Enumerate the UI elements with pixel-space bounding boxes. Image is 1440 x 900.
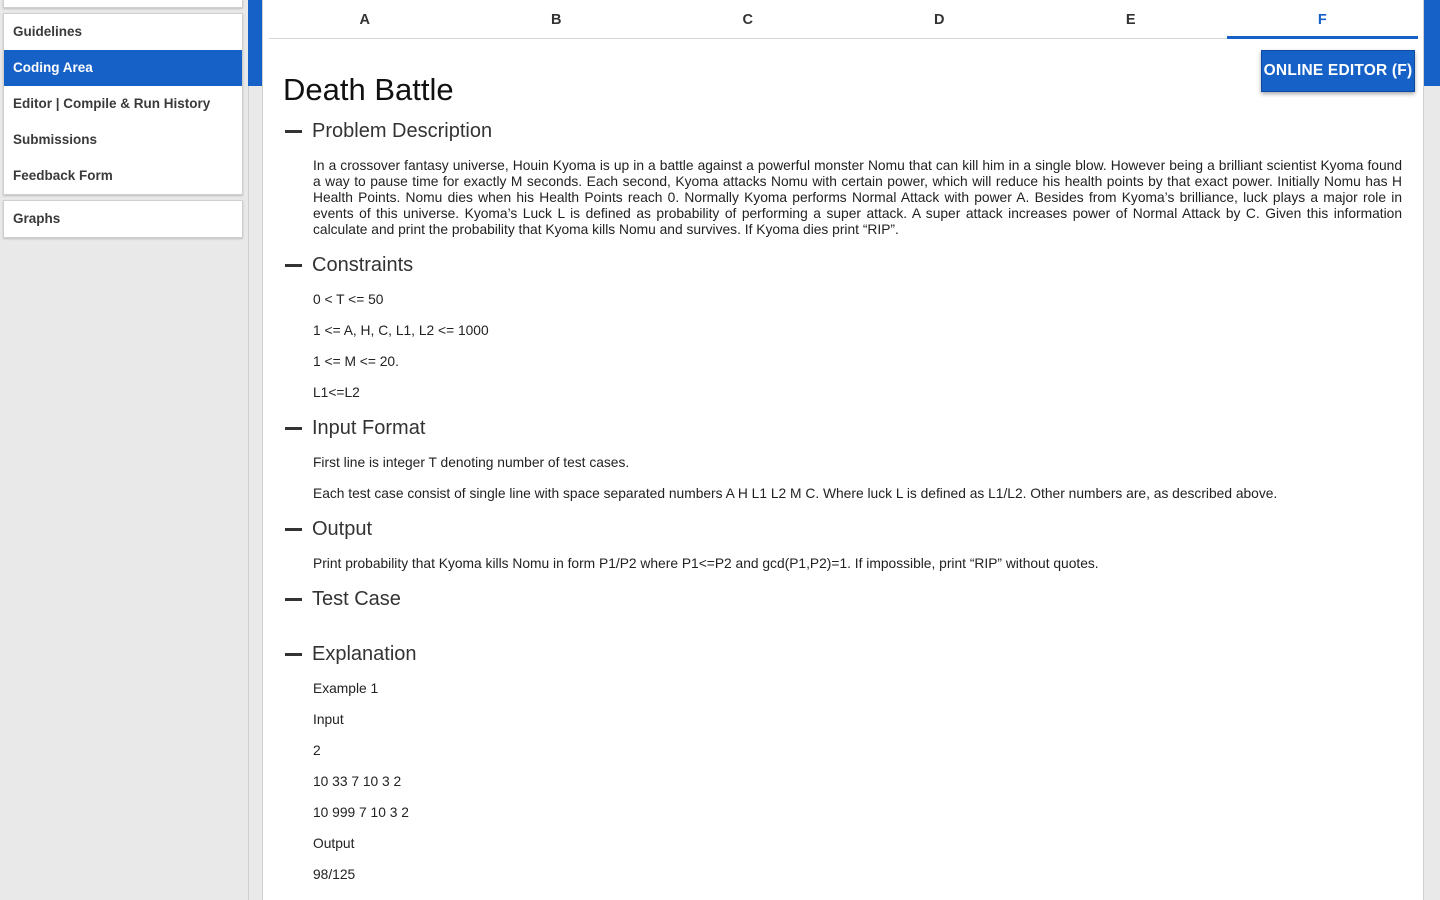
sidebar-item-coding-area[interactable]: Coding Area: [4, 50, 242, 86]
tab-f[interactable]: F: [1226, 0, 1419, 39]
problem-panel: A B C D E F ONLINE EDITOR (F) Death Batt…: [262, 0, 1424, 900]
section-output[interactable]: Output: [285, 516, 372, 542]
problem-title: Death Battle: [283, 72, 454, 107]
explanation-line: 10 33 7 10 3 2: [313, 774, 402, 789]
explanation-line: 10 999 7 10 3 2: [313, 805, 409, 820]
sidebar-item-guidelines[interactable]: Guidelines: [4, 14, 242, 50]
sidebar-nav: Guidelines Coding Area Editor | Compile …: [3, 13, 243, 195]
constraint-line: 1 <= M <= 20.: [313, 354, 399, 369]
tab-a[interactable]: A: [269, 0, 461, 38]
section-title: Constraints: [312, 253, 414, 276]
minus-icon[interactable]: [285, 652, 302, 656]
tab-b[interactable]: B: [461, 0, 653, 38]
explanation-line: 98/125: [313, 867, 356, 882]
right-gutter: [1424, 86, 1440, 900]
problem-description-text: In a crossover fantasy universe, Houin K…: [313, 158, 1402, 237]
section-title: Output: [312, 517, 373, 540]
sidebar-graphs-card: Graphs: [3, 200, 243, 238]
minus-icon[interactable]: [285, 263, 302, 267]
sidebar-item-editor-history[interactable]: Editor | Compile & Run History: [4, 86, 242, 122]
minus-icon[interactable]: [285, 597, 302, 601]
constraint-line: L1<=L2: [313, 385, 360, 400]
sidebar-item-feedback-form[interactable]: Feedback Form: [4, 158, 242, 194]
sidebar-item-graphs[interactable]: Graphs: [4, 201, 242, 237]
explanation-line: 2: [313, 743, 321, 758]
explanation-line: Input: [313, 712, 344, 727]
section-problem-description[interactable]: Problem Description: [285, 118, 492, 144]
input-format-line: First line is integer T denoting number …: [313, 455, 630, 470]
section-title: Input Format: [312, 416, 426, 439]
constraint-line: 0 < T <= 50: [313, 292, 384, 307]
section-input-format[interactable]: Input Format: [285, 415, 425, 441]
section-test-case[interactable]: Test Case: [285, 586, 401, 612]
input-format-line: Each test case consist of single line wi…: [313, 486, 1278, 501]
section-title: Explanation: [312, 642, 417, 665]
problem-tabs: A B C D E F: [269, 0, 1418, 39]
sidebar: Guidelines Coding Area Editor | Compile …: [0, 0, 249, 900]
minus-icon[interactable]: [285, 129, 302, 133]
tab-e[interactable]: E: [1035, 0, 1227, 38]
section-title: Problem Description: [312, 119, 493, 142]
sidebar-top-card: [3, 0, 243, 8]
section-explanation[interactable]: Explanation: [285, 641, 417, 667]
online-editor-button[interactable]: ONLINE EDITOR (F): [1261, 50, 1415, 92]
explanation-line: Output: [313, 836, 355, 851]
constraint-line: 1 <= A, H, C, L1, L2 <= 1000: [313, 323, 489, 338]
output-line: Print probability that Kyoma kills Nomu …: [313, 556, 1099, 571]
minus-icon[interactable]: [285, 426, 302, 430]
tab-c[interactable]: C: [652, 0, 844, 38]
explanation-line: Example 1: [313, 681, 379, 696]
section-constraints[interactable]: Constraints: [285, 252, 413, 278]
minus-icon[interactable]: [285, 527, 302, 531]
section-title: Test Case: [312, 587, 401, 610]
sidebar-item-submissions[interactable]: Submissions: [4, 122, 242, 158]
tab-d[interactable]: D: [844, 0, 1036, 38]
